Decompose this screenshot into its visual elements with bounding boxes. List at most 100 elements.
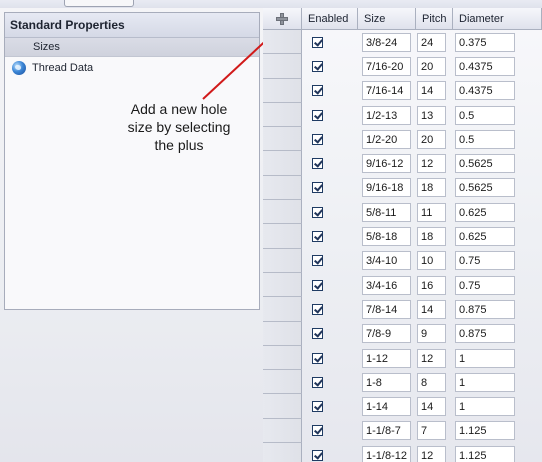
diameter-field[interactable]: 0.875: [455, 324, 515, 344]
row-header[interactable]: [263, 321, 302, 346]
pitch-field[interactable]: 20: [417, 56, 446, 76]
size-field[interactable]: 3/4-16: [362, 275, 411, 295]
pitch-field[interactable]: 20: [417, 129, 446, 149]
pitch-field[interactable]: 9: [417, 324, 446, 344]
row-header[interactable]: [263, 248, 302, 273]
pitch-field[interactable]: 14: [417, 299, 446, 319]
diameter-field[interactable]: 1.125: [455, 421, 515, 441]
row-header[interactable]: [263, 443, 302, 462]
size-field[interactable]: 7/16-20: [362, 56, 411, 76]
table-row[interactable]: 1-14 14 1: [263, 394, 542, 419]
diameter-field[interactable]: 0.625: [455, 202, 515, 222]
column-header-diameter[interactable]: Diameter: [453, 8, 542, 30]
pitch-field[interactable]: 8: [417, 372, 446, 392]
table-row[interactable]: 7/8-14 14 0.875: [263, 297, 542, 322]
enabled-checkbox[interactable]: [312, 376, 323, 388]
enabled-checkbox[interactable]: [312, 279, 323, 291]
diameter-field[interactable]: 0.75: [455, 275, 515, 295]
table-row[interactable]: 1/2-20 20 0.5: [263, 127, 542, 152]
table-row[interactable]: 9/16-12 12 0.5625: [263, 151, 542, 176]
row-header[interactable]: [263, 345, 302, 371]
size-field[interactable]: 1-14: [362, 397, 411, 417]
size-field[interactable]: 9/16-12: [362, 154, 411, 174]
table-row[interactable]: 1/2-13 13 0.5: [263, 102, 542, 128]
row-header[interactable]: [263, 102, 302, 128]
size-field[interactable]: 3/4-10: [362, 251, 411, 271]
pitch-field[interactable]: 13: [417, 105, 446, 125]
pitch-field[interactable]: 18: [417, 178, 446, 198]
diameter-field[interactable]: 0.4375: [455, 56, 515, 76]
pitch-field[interactable]: 10: [417, 251, 446, 271]
pitch-field[interactable]: 16: [417, 275, 446, 295]
table-row[interactable]: 5/8-11 11 0.625: [263, 200, 542, 225]
pitch-field[interactable]: 24: [417, 32, 446, 52]
row-header[interactable]: [263, 297, 302, 322]
pitch-field[interactable]: 14: [417, 397, 446, 417]
diameter-field[interactable]: 1: [455, 348, 515, 368]
enabled-checkbox[interactable]: [312, 60, 323, 72]
table-row[interactable]: 1-1/8-7 7 1.125: [263, 418, 542, 444]
diameter-field[interactable]: 1: [455, 397, 515, 417]
enabled-checkbox[interactable]: [312, 328, 323, 340]
table-row[interactable]: 3/4-16 16 0.75: [263, 272, 542, 298]
enabled-checkbox[interactable]: [312, 133, 323, 145]
pitch-field[interactable]: 14: [417, 81, 446, 101]
diameter-field[interactable]: 1: [455, 372, 515, 392]
enabled-checkbox[interactable]: [312, 158, 323, 170]
pitch-field[interactable]: 7: [417, 421, 446, 441]
pitch-field[interactable]: 18: [417, 227, 446, 247]
size-field[interactable]: 1-1/8-12: [362, 445, 411, 462]
add-row-button[interactable]: [263, 8, 302, 30]
size-field[interactable]: 7/8-9: [362, 324, 411, 344]
size-field[interactable]: 1-1/8-7: [362, 421, 411, 441]
size-field[interactable]: 1/2-20: [362, 129, 411, 149]
table-row[interactable]: 1-1/8-12 12 1.125: [263, 443, 542, 462]
size-field[interactable]: 7/8-14: [362, 299, 411, 319]
size-field[interactable]: 1/2-13: [362, 105, 411, 125]
table-row[interactable]: 7/16-20 20 0.4375: [263, 54, 542, 79]
row-header[interactable]: [263, 394, 302, 419]
pitch-field[interactable]: 12: [417, 445, 446, 462]
enabled-checkbox[interactable]: [312, 36, 323, 48]
enabled-checkbox[interactable]: [312, 109, 323, 121]
row-header[interactable]: [263, 370, 302, 395]
pitch-field[interactable]: 12: [417, 154, 446, 174]
diameter-field[interactable]: 0.5: [455, 105, 515, 125]
row-header[interactable]: [263, 54, 302, 79]
enabled-checkbox[interactable]: [312, 352, 323, 364]
row-header[interactable]: [263, 272, 302, 298]
size-field[interactable]: 1-12: [362, 348, 411, 368]
diameter-field[interactable]: 0.625: [455, 227, 515, 247]
table-row[interactable]: 5/8-18 18 0.625: [263, 224, 542, 249]
enabled-checkbox[interactable]: [312, 182, 323, 194]
diameter-field[interactable]: 0.4375: [455, 81, 515, 101]
table-row[interactable]: 1-12 12 1: [263, 345, 542, 371]
size-field[interactable]: 7/16-14: [362, 81, 411, 101]
enabled-checkbox[interactable]: [312, 425, 323, 437]
size-field[interactable]: 9/16-18: [362, 178, 411, 198]
enabled-checkbox[interactable]: [312, 449, 323, 461]
enabled-checkbox[interactable]: [312, 303, 323, 315]
column-header-pitch[interactable]: Pitch: [416, 8, 453, 30]
column-header-enabled[interactable]: Enabled: [302, 8, 358, 30]
diameter-field[interactable]: 1.125: [455, 445, 515, 462]
table-row[interactable]: 7/16-14 14 0.4375: [263, 78, 542, 103]
table-row[interactable]: 9/16-18 18 0.5625: [263, 175, 542, 201]
pitch-field[interactable]: 11: [417, 202, 446, 222]
row-header[interactable]: [263, 30, 302, 55]
row-header[interactable]: [263, 78, 302, 103]
row-header[interactable]: [263, 127, 302, 152]
enabled-checkbox[interactable]: [312, 255, 323, 267]
enabled-checkbox[interactable]: [312, 401, 323, 413]
column-header-size[interactable]: Size: [358, 8, 416, 30]
row-header[interactable]: [263, 175, 302, 201]
row-header[interactable]: [263, 418, 302, 444]
enabled-checkbox[interactable]: [312, 85, 323, 97]
row-header[interactable]: [263, 224, 302, 249]
size-field[interactable]: 3/8-24: [362, 32, 411, 52]
enabled-checkbox[interactable]: [312, 231, 323, 243]
size-field[interactable]: 1-8: [362, 372, 411, 392]
size-field[interactable]: 5/8-18: [362, 227, 411, 247]
row-header[interactable]: [263, 200, 302, 225]
table-row[interactable]: 7/8-9 9 0.875: [263, 321, 542, 346]
